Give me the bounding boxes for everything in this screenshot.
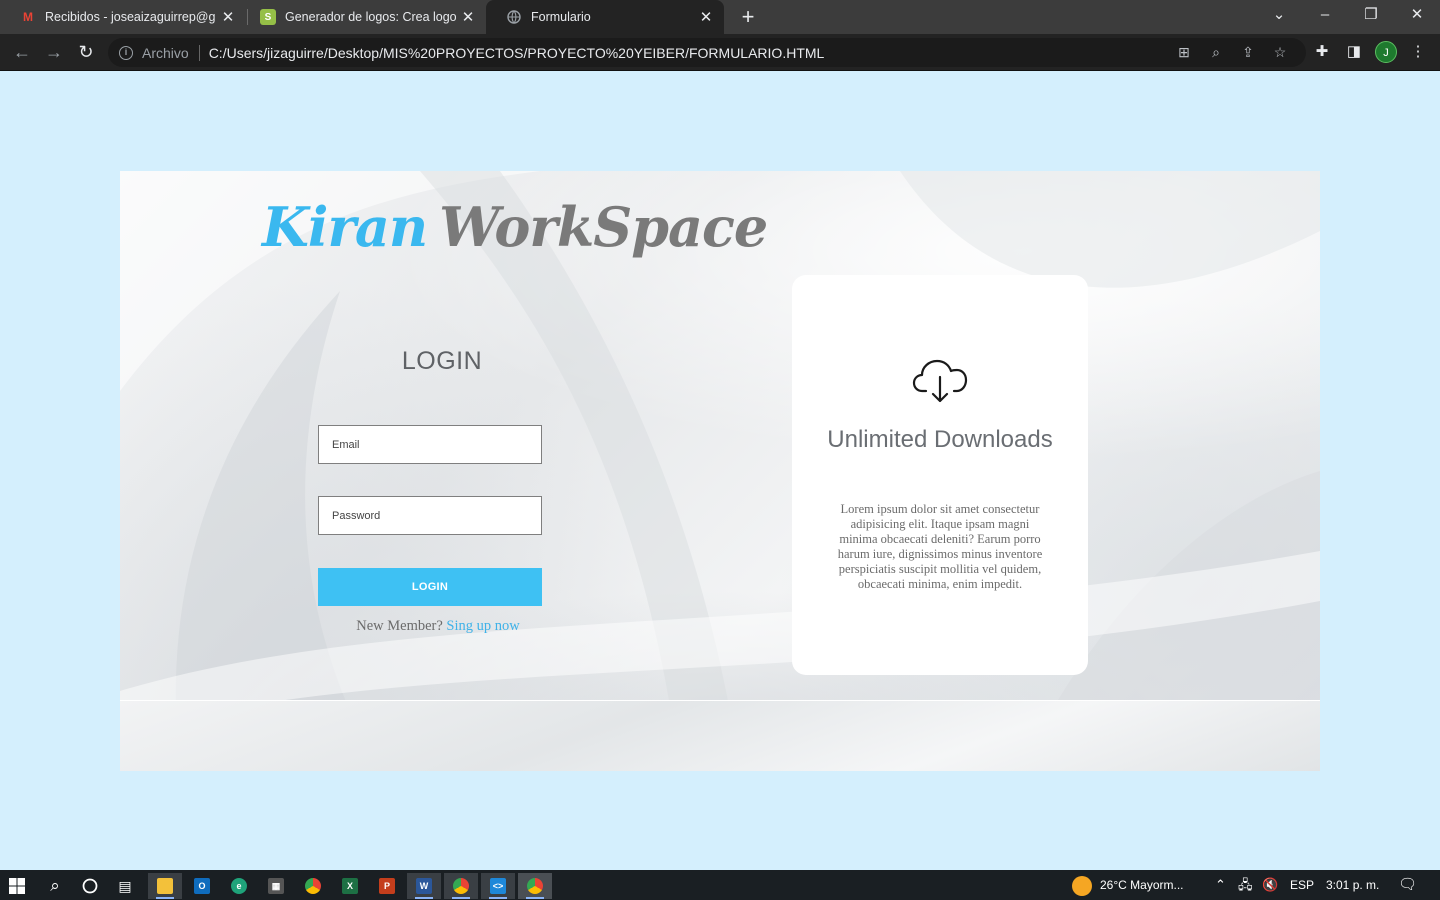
login-button[interactable]: LOGIN (318, 568, 542, 606)
chrome-profile-icon[interactable] (444, 873, 478, 899)
email-field[interactable] (318, 425, 542, 464)
profile-avatar[interactable]: J (1375, 41, 1397, 63)
cloud-download-icon (912, 359, 968, 403)
notifications-icon[interactable]: 🗨 (1398, 870, 1417, 900)
language-indicator[interactable]: ESP (1290, 870, 1314, 900)
shopify-icon: S (260, 9, 276, 25)
globe-icon (506, 9, 522, 25)
bookmark-star-icon[interactable]: ☆ (1264, 44, 1296, 61)
translate-icon[interactable]: ⊞ (1168, 44, 1200, 61)
file-explorer-icon[interactable] (148, 873, 182, 899)
tab-formulario[interactable]: Formulario ✕ (486, 0, 724, 34)
minimize-button[interactable]: – (1302, 0, 1348, 34)
edge-icon[interactable]: e (222, 873, 256, 899)
share-icon[interactable]: ⇪ (1232, 44, 1264, 61)
browser-toolbar: ← → ↻ i Archivo C:/Users/jizaguirre/Desk… (0, 34, 1440, 71)
info-icon[interactable]: i (119, 45, 133, 60)
address-scheme-label: Archivo (142, 44, 189, 61)
task-view-icon[interactable]: ▤ (108, 873, 142, 899)
address-divider (198, 44, 200, 61)
feature-card: Unlimited Downloads Lorem ipsum dolor si… (792, 275, 1088, 675)
address-bar[interactable]: i Archivo C:/Users/jizaguirre/Desktop/MI… (108, 38, 1306, 67)
close-tab-icon[interactable]: ✕ (216, 8, 240, 26)
new-member-text: New Member? (356, 618, 443, 634)
login-panel: KiranWorkSpace LOGIN LOGIN New Member? S… (120, 171, 1320, 771)
kebab-menu-icon[interactable]: ⋮ (1404, 39, 1432, 65)
outlook-icon[interactable]: O (185, 873, 219, 899)
background-waves (120, 171, 1320, 771)
gmail-icon: M (23, 10, 33, 24)
network-icon[interactable]: 🖧 (1238, 870, 1253, 900)
tab-search-chevron-icon[interactable]: ⌄ (1256, 0, 1302, 34)
windows-taskbar: ⌕ ▤ O e ▦ X P W <> 26°C Mayorm... ⌃ 🖧 🔇 … (0, 870, 1440, 900)
weather-text: 26°C Mayorm... (1100, 878, 1184, 892)
tray-chevron-icon[interactable]: ⌃ (1215, 870, 1226, 900)
vscode-icon[interactable]: <> (481, 873, 515, 899)
logo-part-kiran: Kiran (262, 195, 428, 259)
chrome-active-icon[interactable] (518, 873, 552, 899)
zoom-icon[interactable]: ⌕ (1200, 44, 1232, 61)
feature-title: Unlimited Downloads (827, 426, 1053, 453)
powerpoint-icon[interactable]: P (370, 873, 404, 899)
logo-text: Kiran WorkSpace (262, 195, 768, 259)
tab-logo-generator[interactable]: S Generador de logos: Crea logos gratis … (240, 0, 486, 34)
logo-part-workspace: WorkSpace (439, 195, 768, 259)
password-field[interactable] (318, 496, 542, 535)
cortana-icon[interactable] (73, 873, 107, 899)
reload-icon[interactable]: ↻ (72, 39, 100, 65)
browser-tab-strip: M Recibidos - joseaizaguirrep@gmail.com … (0, 0, 1440, 34)
close-window-button[interactable]: ✕ (1394, 0, 1440, 34)
close-tab-icon[interactable]: ✕ (456, 8, 480, 26)
excel-icon[interactable]: X (333, 873, 367, 899)
close-tab-icon[interactable]: ✕ (694, 8, 718, 26)
volume-muted-icon[interactable]: 🔇 (1262, 870, 1278, 900)
address-url[interactable]: C:/Users/jizaguirre/Desktop/MIS%20PROYEC… (209, 45, 825, 61)
login-heading: LOGIN (401, 347, 483, 375)
back-arrow-icon[interactable]: ← (8, 39, 36, 65)
system-clock[interactable]: 3:01 p. m. (1326, 870, 1379, 900)
footer-strip (120, 700, 1320, 771)
calculator-icon[interactable]: ▦ (259, 873, 293, 899)
side-panel-icon[interactable]: ◨ (1340, 39, 1368, 65)
extensions-puzzle-icon[interactable]: ✚ (1308, 39, 1336, 65)
tab-title: Formulario (531, 10, 591, 24)
weather-sun-cloud-icon (1072, 875, 1092, 896)
signup-prompt: New Member? Sing up now (320, 618, 556, 635)
new-tab-button[interactable]: + (737, 4, 759, 30)
weather-widget[interactable]: 26°C Mayorm... (1072, 870, 1183, 900)
tab-gmail[interactable]: M Recibidos - joseaizaguirrep@gmail.com … (0, 0, 246, 34)
restore-button[interactable]: ❐ (1348, 0, 1394, 34)
search-icon[interactable]: ⌕ (38, 873, 72, 899)
forward-arrow-icon[interactable]: → (40, 39, 68, 65)
feature-description: Lorem ipsum dolor sit amet consectetur a… (837, 502, 1043, 591)
tab-title: Generador de logos: Crea logos gratis (285, 10, 456, 24)
word-icon[interactable]: W (407, 873, 441, 899)
windows-start-icon[interactable] (0, 873, 34, 899)
signup-link[interactable]: Sing up now (446, 618, 519, 634)
tab-title: Recibidos - joseaizaguirrep@gmail.com (45, 10, 216, 24)
chrome-icon[interactable] (296, 873, 330, 899)
